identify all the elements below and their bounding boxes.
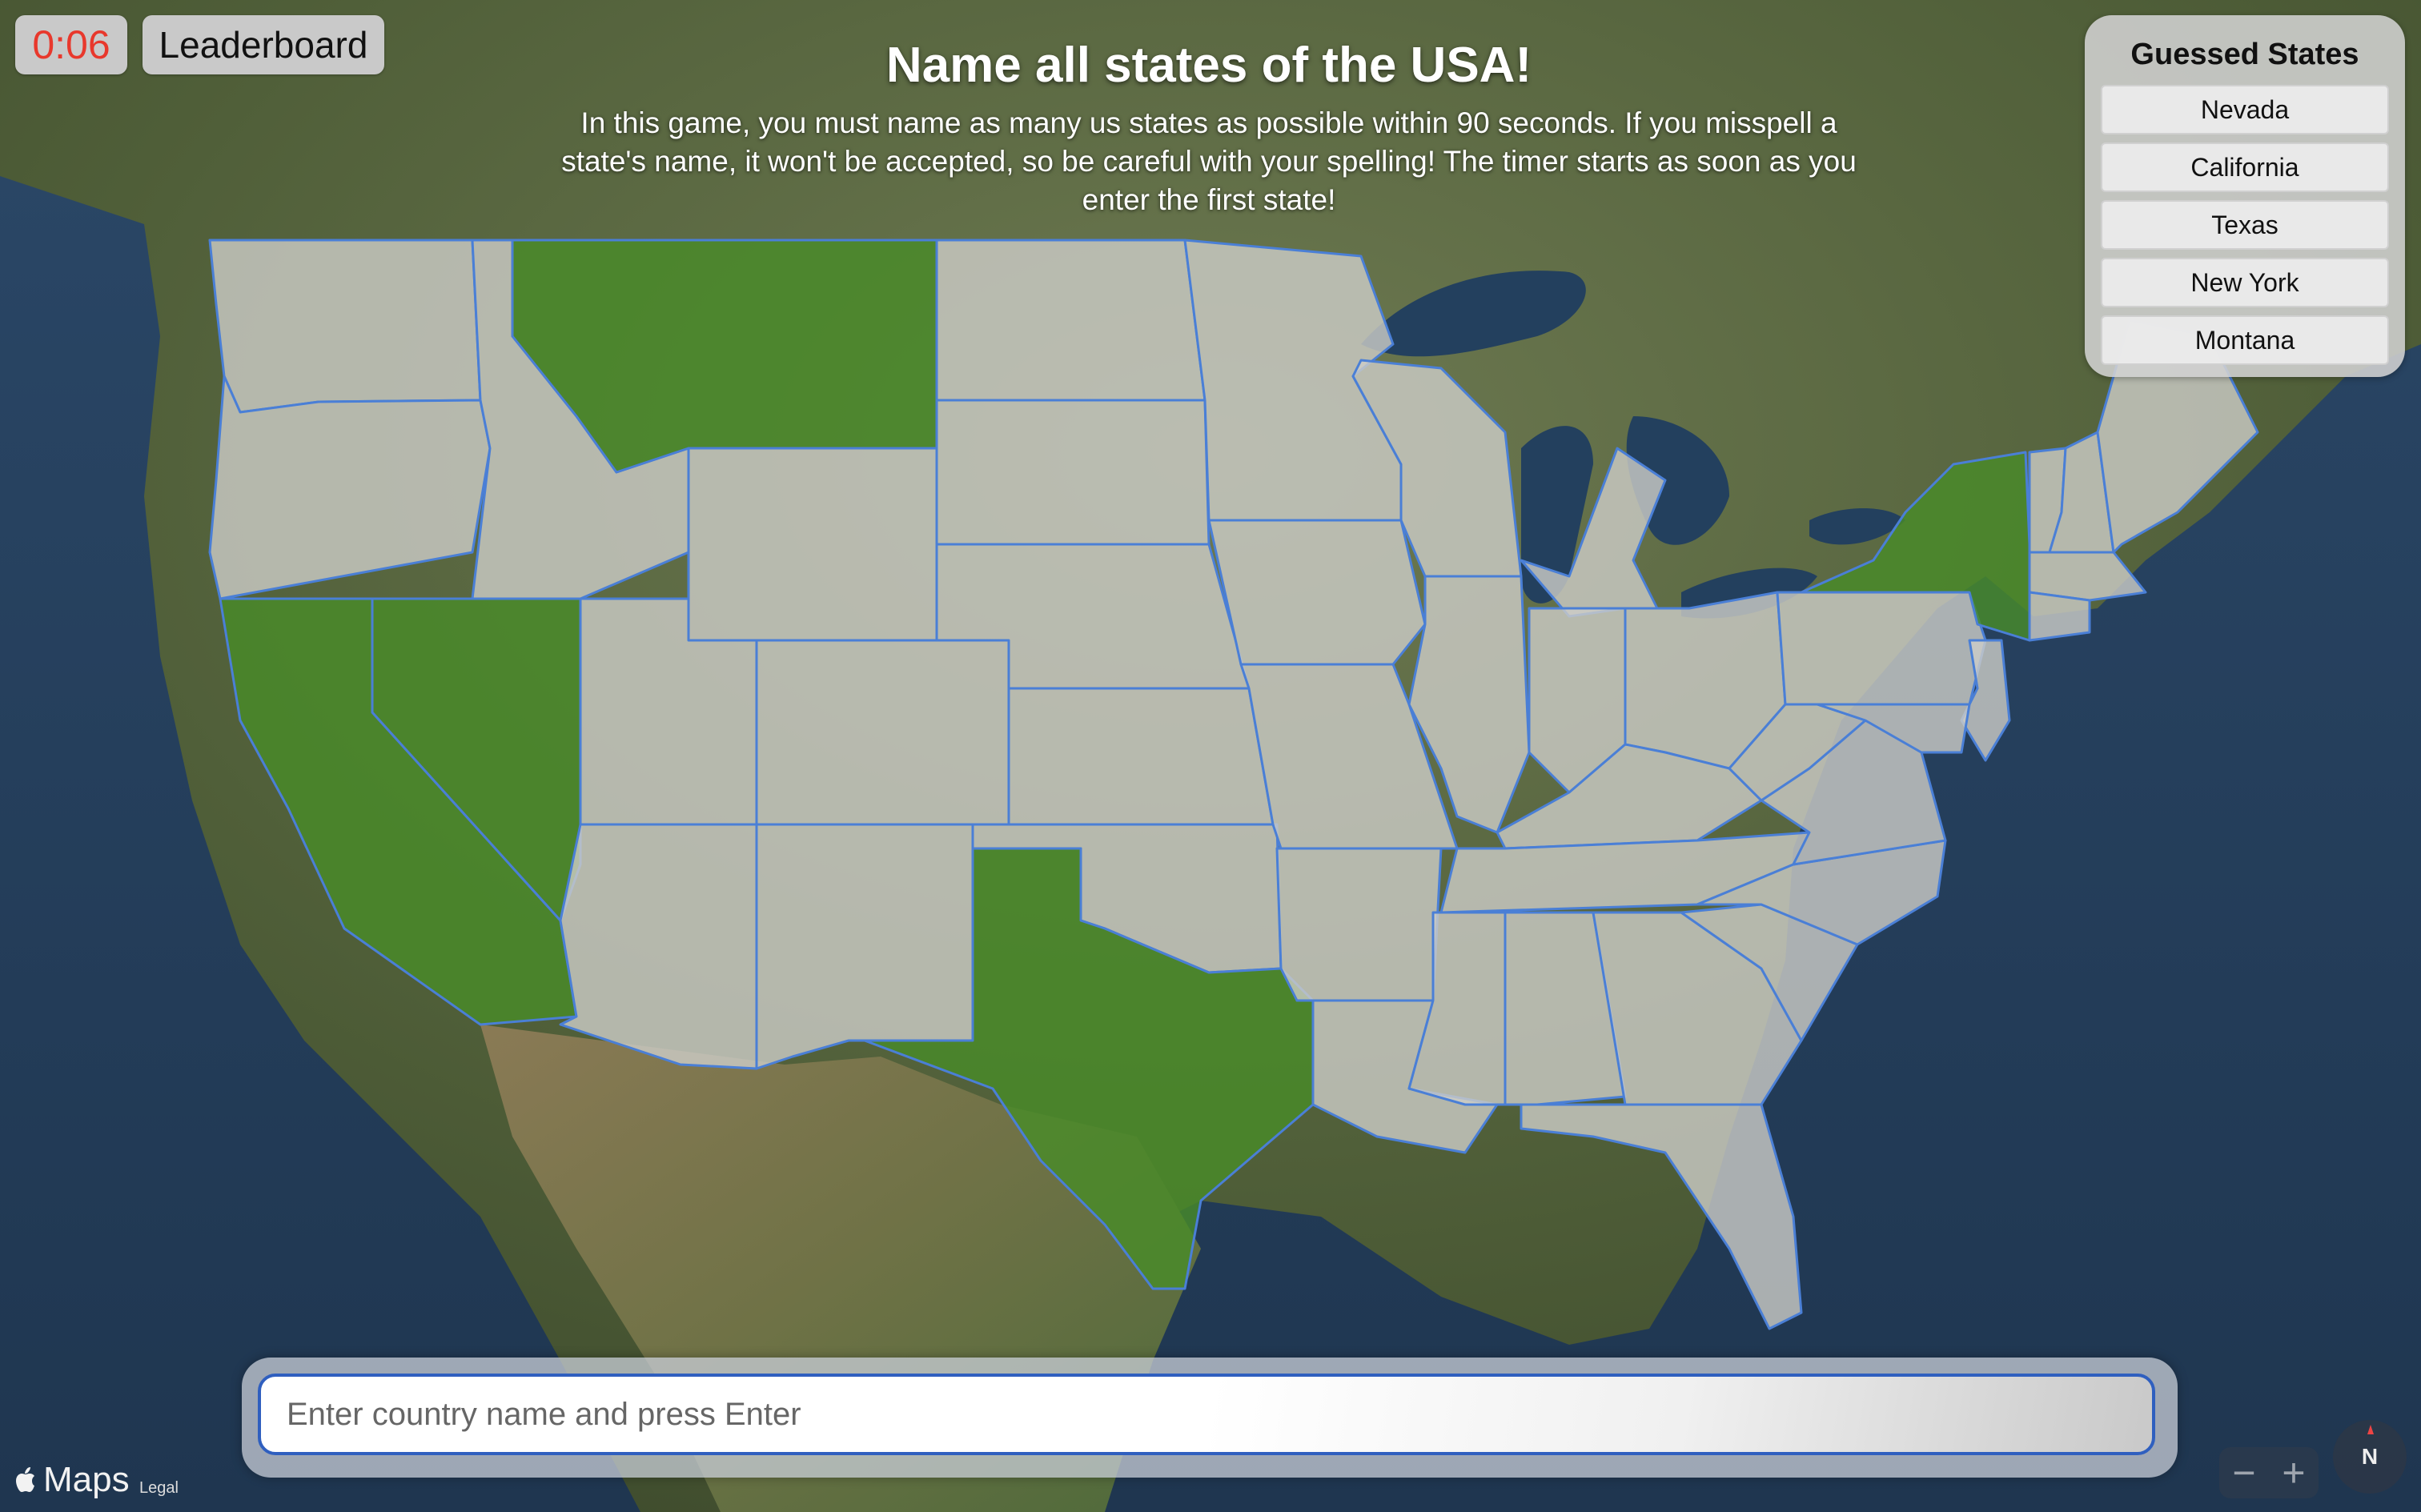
compass-button[interactable]: N <box>2333 1420 2407 1494</box>
guessed-state-item: Texas <box>2101 200 2389 250</box>
guessed-state-item: New York <box>2101 258 2389 307</box>
maps-attribution: Maps <box>13 1460 130 1500</box>
state-kansas[interactable] <box>1007 687 1275 826</box>
guessed-states-title: Guessed States <box>2130 38 2359 71</box>
guessed-states-panel: Guessed States Nevada California Texas N… <box>2085 15 2405 377</box>
state-north-dakota[interactable] <box>935 239 1206 402</box>
zoom-in-button[interactable]: + <box>2269 1447 2319 1498</box>
state-arkansas[interactable] <box>1275 847 1443 1002</box>
page-title: Name all states of the USA! <box>885 38 1532 93</box>
state-colorado[interactable] <box>755 639 1010 826</box>
guessed-state-item: California <box>2101 142 2389 192</box>
map-view[interactable] <box>0 0 2421 1512</box>
state-wyoming[interactable] <box>687 447 938 642</box>
state-arizona[interactable] <box>559 823 758 1070</box>
state-name-input[interactable] <box>258 1374 2155 1455</box>
game-instructions: In this game, you must name as many us s… <box>561 106 1857 216</box>
apple-logo-icon <box>16 1467 34 1492</box>
zoom-controls: − + <box>2219 1447 2319 1498</box>
state-south-dakota[interactable] <box>935 399 1210 546</box>
state-washington[interactable] <box>208 239 482 414</box>
state-pennsylvania[interactable] <box>1776 591 1987 706</box>
state-iowa[interactable] <box>1207 519 1427 666</box>
guessed-state-item: Montana <box>2101 315 2389 365</box>
maps-label: Maps <box>43 1460 130 1499</box>
legal-link[interactable]: Legal <box>139 1479 179 1498</box>
compass-needle-icon <box>2367 1425 2374 1434</box>
leaderboard-button[interactable]: Leaderboard <box>143 15 384 74</box>
timer: 0:06 <box>15 15 127 74</box>
guessed-states-list: Nevada California Texas New York Montana <box>2085 85 2405 365</box>
guessed-state-item: Nevada <box>2101 85 2389 134</box>
game-screen: 0:06 Leaderboard Name all states of the … <box>0 0 2421 1512</box>
compass-label: N <box>2361 1444 2379 1469</box>
page-header: Name all states of the USA! In this game… <box>448 32 1969 219</box>
state-new-mexico[interactable] <box>755 823 974 1070</box>
state-connecticut[interactable] <box>2028 591 2091 642</box>
zoom-out-button[interactable]: − <box>2219 1447 2269 1498</box>
answer-input-container <box>242 1358 2178 1478</box>
